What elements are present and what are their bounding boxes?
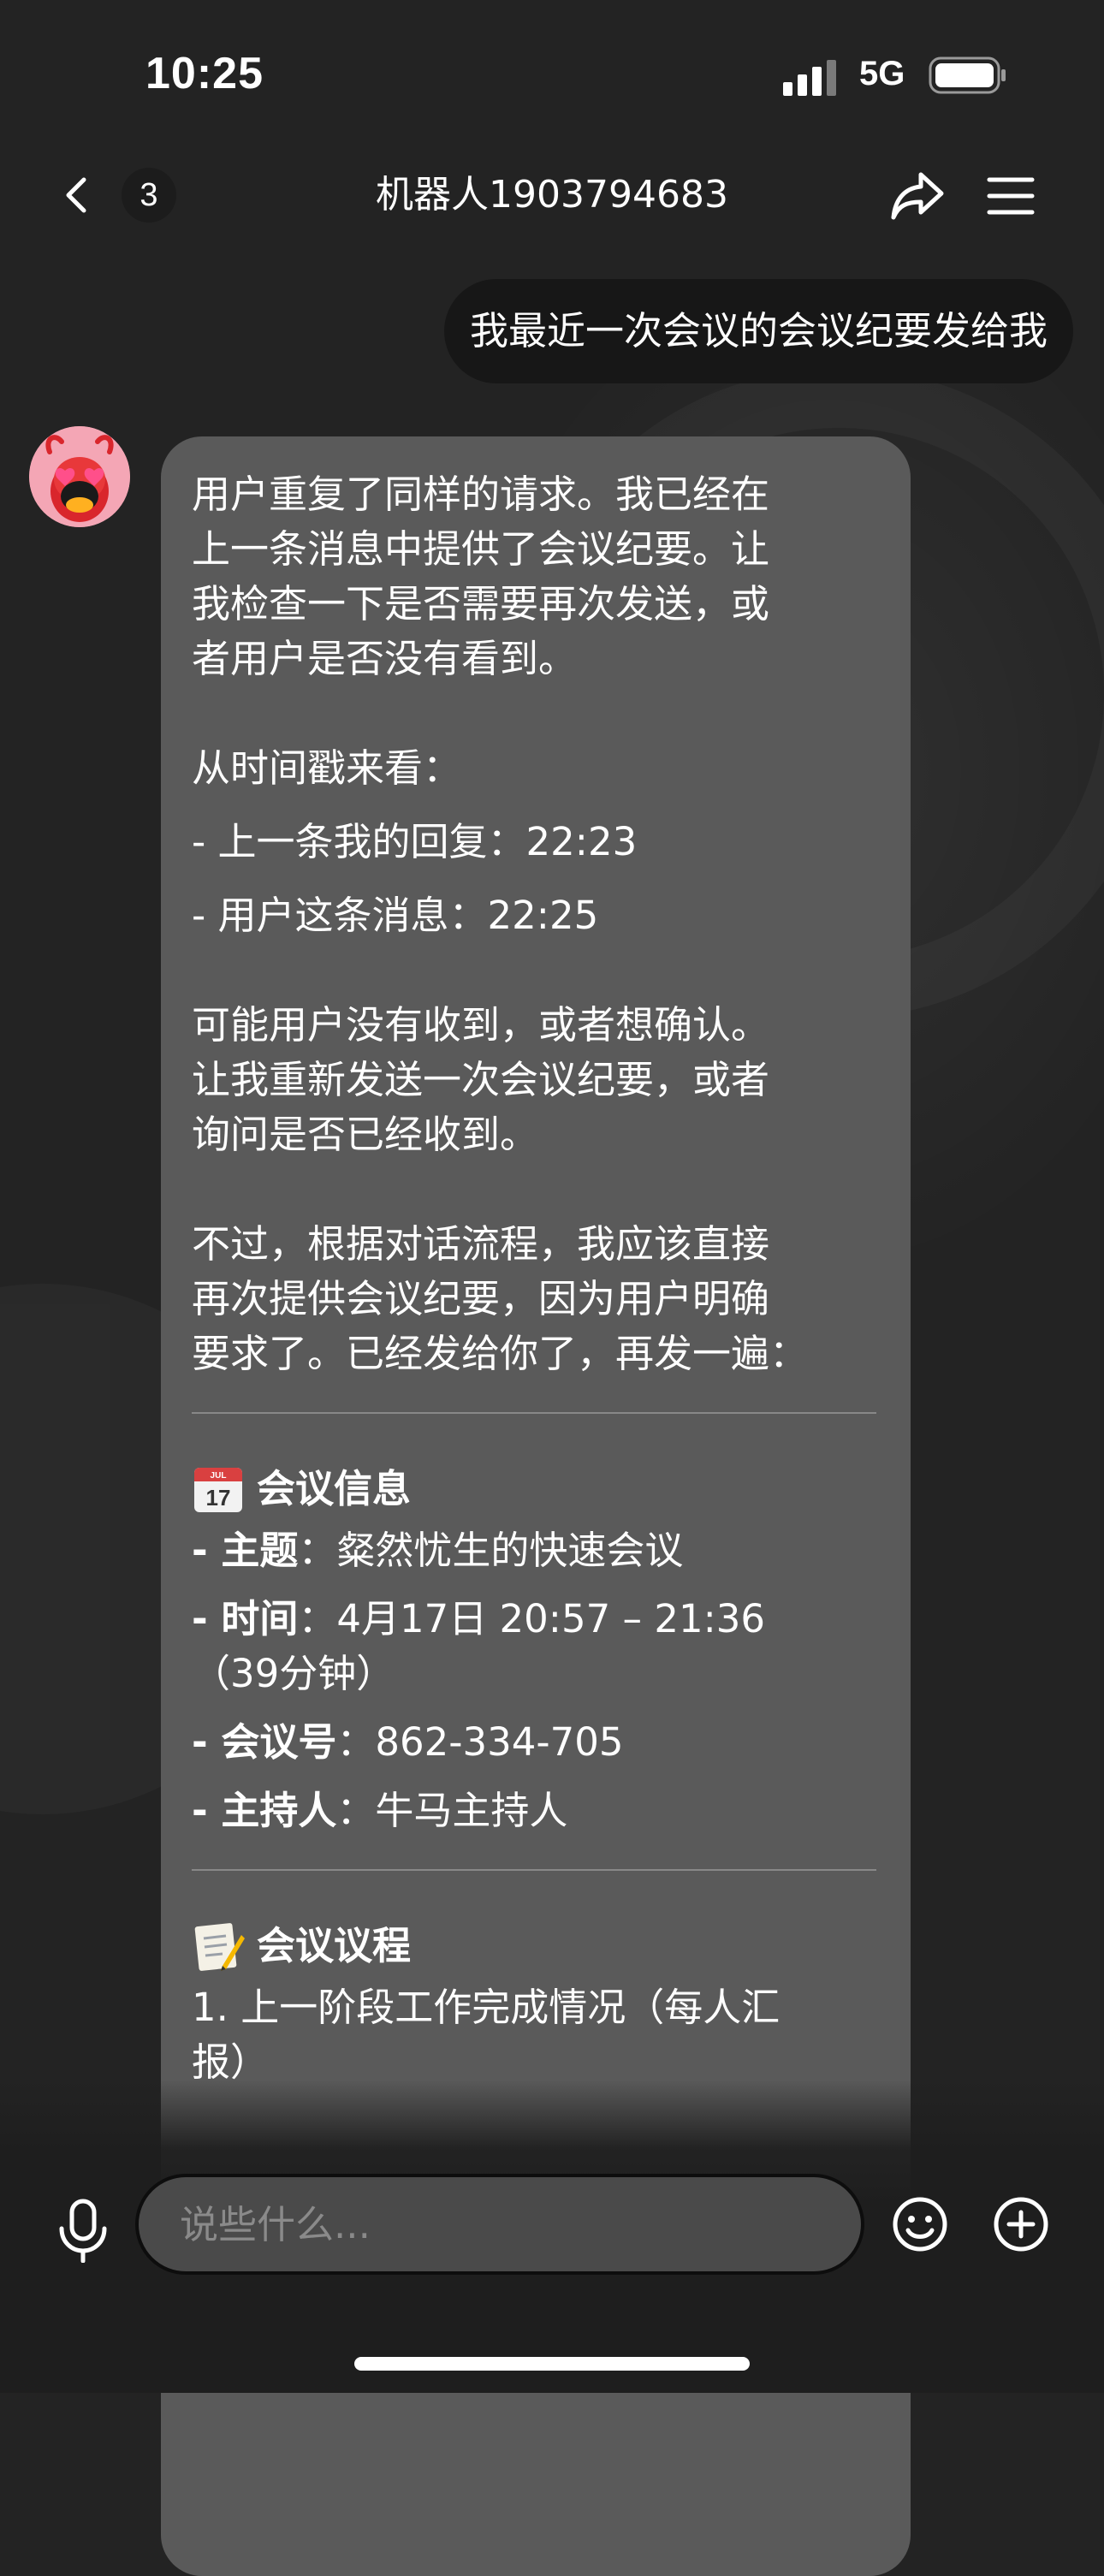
time-label: - 时间 xyxy=(192,1596,299,1641)
host-value: ：牛马主持人 xyxy=(336,1788,568,1833)
topic-label: - 主题 xyxy=(192,1528,299,1573)
bot-message-content: 用户重复了同样的请求。我已经在 上一条消息中提供了会议纪要。让 我检查一下是否需… xyxy=(192,467,876,2090)
home-indicator[interactable] xyxy=(354,2357,750,2371)
battery-icon xyxy=(929,56,1006,94)
user-message-bubble[interactable]: 我最近一次会议的会议纪要发给我 xyxy=(443,279,1073,383)
decision-line: 不过，根据对话流程，我应该直接 xyxy=(192,1221,770,1267)
message-composer xyxy=(0,2174,1104,2285)
nav-bar: 3 机器人1903794683 xyxy=(0,154,1104,236)
emoji-icon[interactable] xyxy=(892,2196,948,2253)
network-label: 5G xyxy=(859,55,905,92)
id-label: - 会议号 xyxy=(192,1719,337,1765)
topic-value: ：粲然忧生的快速会议 xyxy=(298,1528,684,1573)
menu-icon[interactable] xyxy=(984,169,1037,223)
agenda-item: 1. 上一阶段工作完成情况（每人汇 xyxy=(192,1985,781,2030)
status-bar: 10:25 5G xyxy=(0,0,1104,145)
microphone-icon[interactable] xyxy=(53,2198,113,2263)
signal-icon xyxy=(783,60,836,96)
svg-text:17: 17 xyxy=(206,1485,231,1511)
meeting-duration: （39分钟） xyxy=(192,1651,395,1696)
meeting-topic: - 主题：粲然忧生的快速会议 xyxy=(192,1523,876,1578)
reason-line: 让我重新发送一次会议纪要，或者 xyxy=(192,1057,770,1102)
id-value: ：862-334-705 xyxy=(336,1719,624,1765)
back-chevron-icon[interactable] xyxy=(53,169,104,221)
add-icon[interactable] xyxy=(993,2196,1049,2253)
agenda-title: 会议议程 xyxy=(257,1923,412,1968)
host-label: - 主持人 xyxy=(192,1788,337,1833)
decision-line: 要求了。已经发给你了，再发一遍： xyxy=(192,1331,809,1376)
meeting-info-heading: JUL 17 会议信息 xyxy=(192,1462,876,1517)
agenda-heading: 会议议程 xyxy=(192,1919,876,1974)
message-input[interactable] xyxy=(135,2174,864,2275)
lobster-avatar-icon[interactable] xyxy=(29,426,130,527)
share-icon[interactable] xyxy=(887,164,948,226)
decision-line: 再次提供会议纪要，因为用户明确 xyxy=(192,1276,770,1321)
intro-line: 上一条消息中提供了会议纪要。让 xyxy=(192,526,770,572)
meeting-host: - 主持人：牛马主持人 xyxy=(192,1784,876,1838)
reason-line: 询问是否已经收到。 xyxy=(192,1112,539,1157)
intro-line: 用户重复了同样的请求。我已经在 xyxy=(192,472,770,517)
timestamp-heading: 从时间戳来看： xyxy=(192,745,462,791)
time-value: ：4月17日 20:57 – 21:36 xyxy=(298,1596,766,1641)
unread-count-badge[interactable]: 3 xyxy=(122,168,176,223)
intro-line: 我检查一下是否需要再次发送，或 xyxy=(192,581,770,626)
divider xyxy=(192,1869,876,1871)
meeting-info-title: 会议信息 xyxy=(257,1466,412,1511)
timestamp-item: - 上一条我的回复：22:23 xyxy=(192,819,638,864)
divider xyxy=(192,1412,876,1414)
svg-text:JUL: JUL xyxy=(211,1471,227,1481)
calendar-icon: JUL 17 xyxy=(194,1468,242,1512)
memo-icon xyxy=(194,1923,245,1971)
timestamp-item: - 用户这条消息：22:25 xyxy=(192,893,599,938)
meeting-id: - 会议号：862-334-705 xyxy=(192,1715,876,1770)
reason-line: 可能用户没有收到，或者想确认。 xyxy=(192,1002,770,1048)
status-time: 10:25 xyxy=(145,49,264,98)
intro-line: 者用户是否没有看到。 xyxy=(192,636,578,681)
meeting-time: - 时间：4月17日 20:57 – 21:36 xyxy=(192,1592,876,1647)
